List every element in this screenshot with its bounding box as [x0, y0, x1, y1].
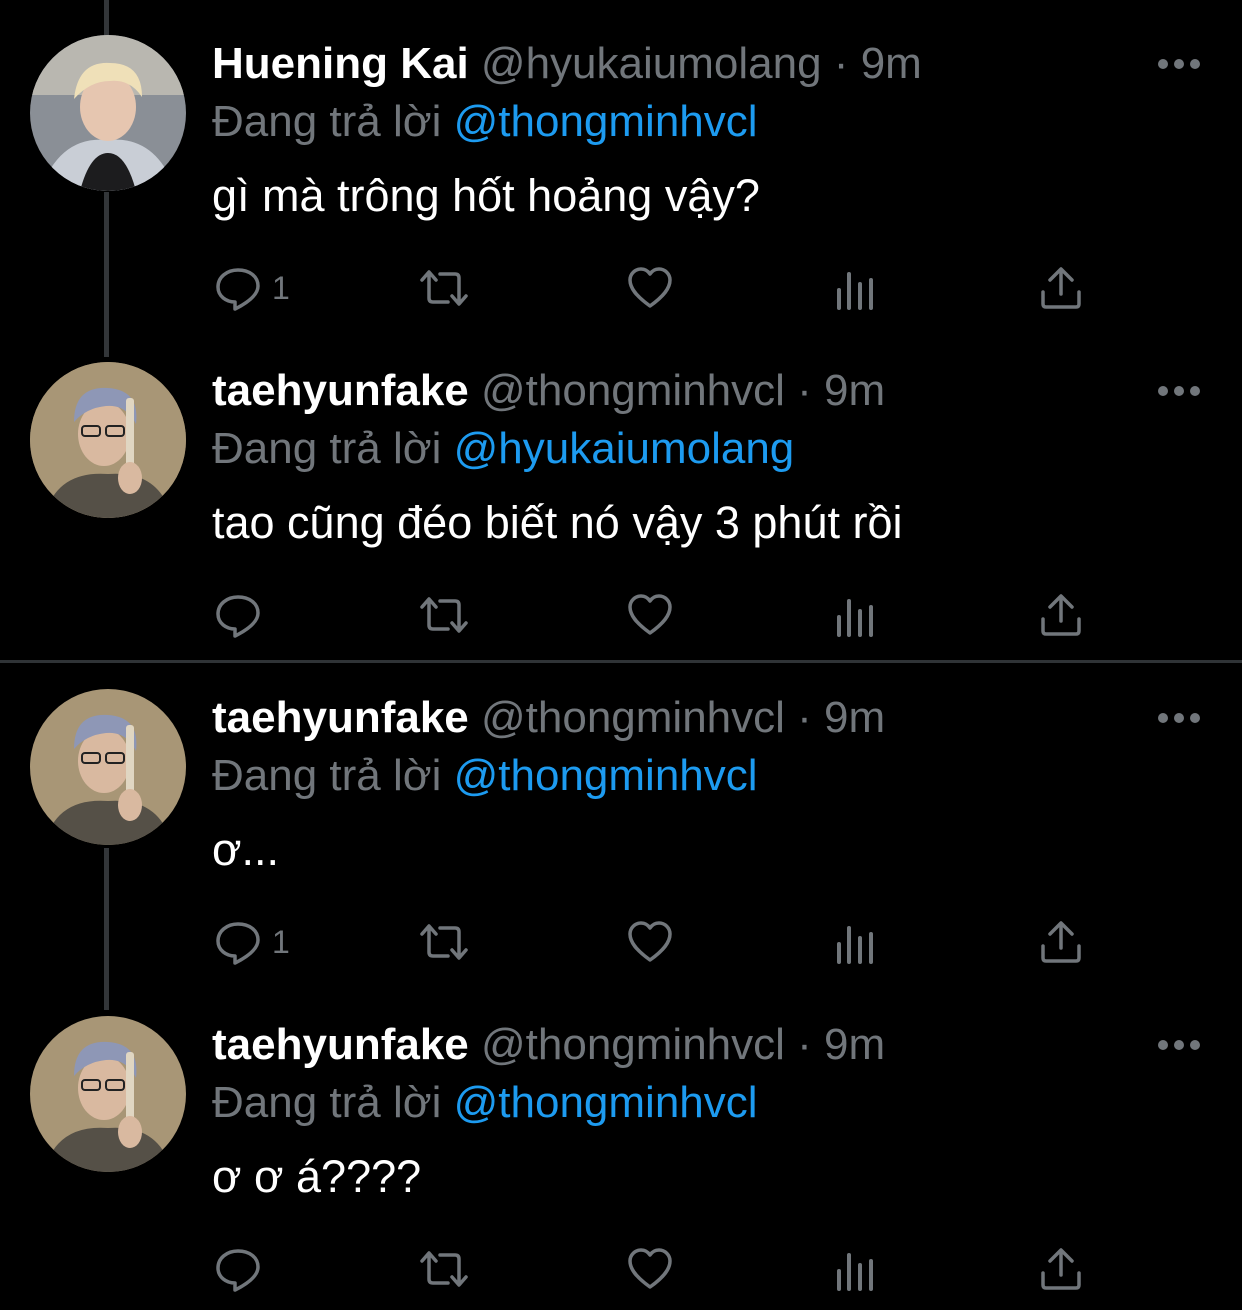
reply-icon: [214, 264, 262, 312]
timestamp[interactable]: 9m: [861, 39, 922, 88]
handle[interactable]: @thongminhvcl: [481, 366, 785, 415]
thread-line: [104, 848, 109, 1010]
display-name[interactable]: taehyunfake: [212, 366, 469, 415]
display-name[interactable]: taehyunfake: [212, 1020, 469, 1069]
handle[interactable]: @thongminhvcl: [481, 1020, 785, 1069]
avatar-taehyunfake[interactable]: [30, 1016, 186, 1172]
replying-to: Đang trả lời @thongminhvcl: [212, 1075, 758, 1131]
timestamp[interactable]: 9m: [824, 693, 885, 742]
reply-count: 1: [272, 269, 290, 306]
reply-count: 1: [272, 923, 290, 960]
retweet-icon: [416, 264, 472, 312]
replying-to: Đang trả lời @thongminhvcl: [212, 94, 758, 150]
thread-line: [104, 192, 109, 357]
separator-dot: ·: [797, 693, 812, 742]
reply-icon: [214, 918, 262, 966]
share-icon: [1038, 264, 1084, 312]
analytics-button[interactable]: [834, 264, 878, 316]
reply-button[interactable]: 1: [214, 916, 290, 968]
analytics-button[interactable]: [834, 1245, 878, 1297]
like-button[interactable]: [626, 1243, 674, 1295]
reply-button[interactable]: [214, 1243, 272, 1295]
analytics-icon: [834, 1247, 878, 1295]
reply-button[interactable]: 1: [214, 262, 290, 314]
like-button[interactable]: [626, 916, 674, 968]
retweet-button[interactable]: [416, 262, 472, 314]
display-name[interactable]: Huening Kai: [212, 39, 469, 88]
share-icon: [1038, 1245, 1084, 1293]
share-icon: [1038, 918, 1084, 966]
analytics-button[interactable]: [834, 591, 878, 643]
analytics-icon: [834, 593, 878, 641]
handle[interactable]: @hyukaiumolang: [481, 39, 822, 88]
handle[interactable]: @thongminhvcl: [481, 693, 785, 742]
more-icon[interactable]: [1156, 708, 1202, 728]
reply-to-handle[interactable]: @thongminhvcl: [454, 1078, 758, 1127]
display-name[interactable]: taehyunfake: [212, 693, 469, 742]
share-button[interactable]: [1038, 589, 1084, 641]
retweet-button[interactable]: [416, 1243, 472, 1295]
avatar-huening-kai[interactable]: [30, 35, 186, 191]
analytics-icon: [834, 920, 878, 968]
like-icon: [626, 591, 674, 639]
share-button[interactable]: [1038, 262, 1084, 314]
separator-dot: ·: [833, 39, 849, 88]
timestamp[interactable]: 9m: [824, 1020, 885, 1069]
like-button[interactable]: [626, 589, 674, 641]
thread-separator: [0, 660, 1242, 663]
share-icon: [1038, 591, 1084, 639]
like-icon: [626, 918, 674, 966]
tweet-text: tao cũng đéo biết nó vậy 3 phút rồi: [212, 497, 903, 548]
like-icon: [626, 264, 674, 312]
more-icon[interactable]: [1156, 1035, 1202, 1055]
replying-to-label: Đang trả lời: [212, 1078, 442, 1127]
share-button[interactable]: [1038, 1243, 1084, 1295]
tweet-text: ơ...: [212, 824, 280, 875]
share-button[interactable]: [1038, 916, 1084, 968]
replying-to-label: Đang trả lời: [212, 424, 442, 473]
separator-dot: ·: [797, 366, 812, 415]
tweet-text: gì mà trông hốt hoảng vậy?: [212, 170, 760, 221]
replying-to-label: Đang trả lời: [212, 751, 442, 800]
retweet-button[interactable]: [416, 916, 472, 968]
analytics-button[interactable]: [834, 918, 878, 970]
reply-to-handle[interactable]: @hyukaiumolang: [454, 424, 795, 473]
replying-to-label: Đang trả lời: [212, 97, 442, 146]
tweet-text: ơ ơ á????: [212, 1151, 422, 1202]
tweet-header: taehyunfake @thongminhvcl · 9m: [212, 690, 885, 746]
like-icon: [626, 1245, 674, 1293]
reply-button[interactable]: [214, 589, 272, 641]
reply-to-handle[interactable]: @thongminhvcl: [454, 97, 758, 146]
more-icon[interactable]: [1156, 54, 1202, 74]
like-button[interactable]: [626, 262, 674, 314]
tweet-header: taehyunfake @thongminhvcl · 9m: [212, 1017, 885, 1073]
retweet-icon: [416, 1245, 472, 1293]
retweet-button[interactable]: [416, 589, 472, 641]
tweet-header: taehyunfake @thongminhvcl · 9m: [212, 363, 885, 419]
retweet-icon: [416, 591, 472, 639]
replying-to: Đang trả lời @thongminhvcl: [212, 748, 758, 804]
thread-line: [104, 0, 109, 36]
separator-dot: ·: [797, 1020, 812, 1069]
reply-to-handle[interactable]: @thongminhvcl: [454, 751, 758, 800]
replying-to: Đang trả lời @hyukaiumolang: [212, 421, 794, 477]
reply-icon: [214, 1245, 262, 1293]
tweet-header: Huening Kai @hyukaiumolang · 9m: [212, 36, 922, 92]
retweet-icon: [416, 918, 472, 966]
reply-icon: [214, 591, 262, 639]
analytics-icon: [834, 266, 878, 314]
avatar-taehyunfake[interactable]: [30, 689, 186, 845]
avatar-taehyunfake[interactable]: [30, 362, 186, 518]
more-icon[interactable]: [1156, 381, 1202, 401]
timestamp[interactable]: 9m: [824, 366, 885, 415]
